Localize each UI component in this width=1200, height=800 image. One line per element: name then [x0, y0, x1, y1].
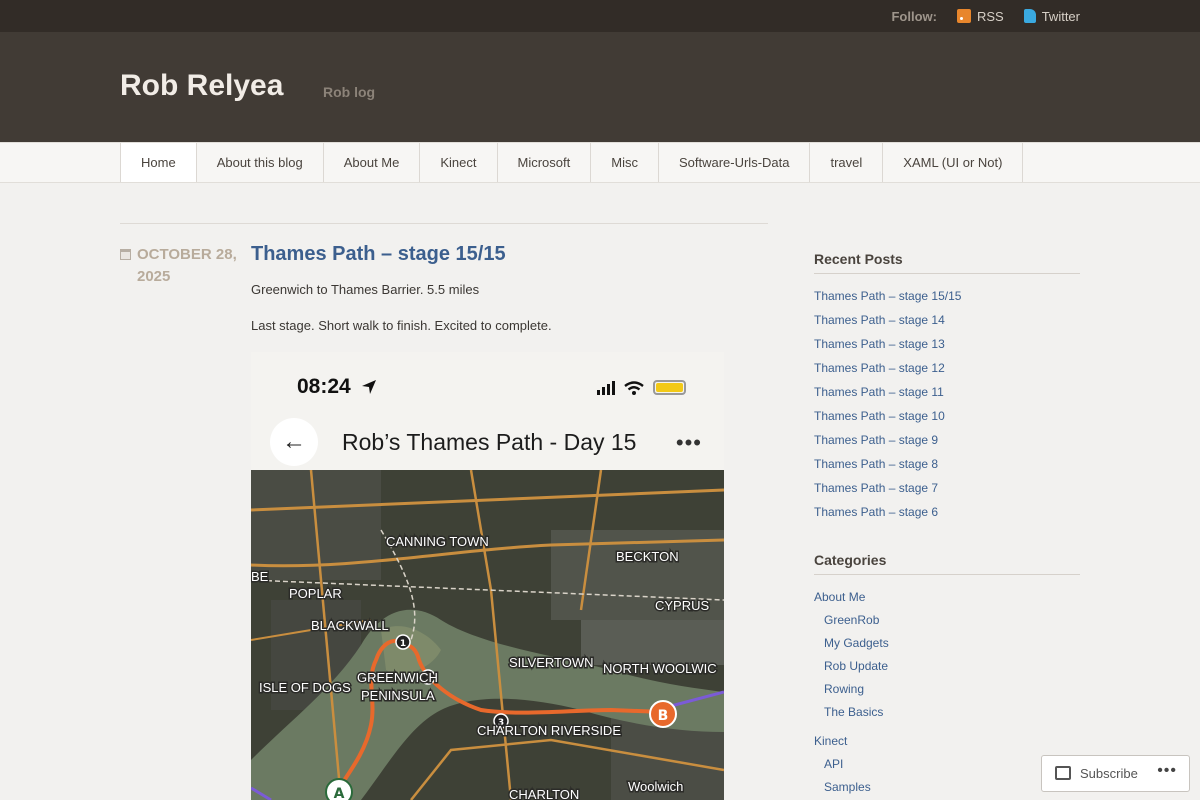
more-options-button[interactable]: •••: [1157, 762, 1177, 780]
recent-post-link[interactable]: Thames Path – stage 8: [814, 457, 938, 471]
recent-post-link[interactable]: Thames Path – stage 14: [814, 313, 945, 327]
recent-post-link[interactable]: Thames Path – stage 12: [814, 361, 945, 375]
category-link[interactable]: My Gadgets: [824, 636, 889, 650]
map-label: GREENWICH: [357, 670, 438, 685]
map-label: BE: [251, 569, 269, 584]
post-date-line1: OCTOBER 28,: [137, 246, 237, 263]
category-link[interactable]: Kinect: [814, 734, 847, 748]
map-label: BECKTON: [616, 549, 679, 564]
post-paragraph: Last stage. Short walk to finish. Excite…: [251, 318, 552, 333]
nav-item-about-this-blog[interactable]: About this blog: [197, 143, 324, 182]
widget-divider: [814, 273, 1080, 274]
back-arrow-icon: ←: [270, 418, 318, 466]
subscribe-button[interactable]: Subscribe: [1080, 766, 1138, 781]
map-label: POPLAR: [289, 586, 342, 601]
top-bar: Follow: RSS Twitter: [0, 0, 1200, 32]
recent-post-link[interactable]: Thames Path – stage 11: [814, 385, 944, 399]
recent-post-link[interactable]: Thames Path – stage 9: [814, 433, 938, 447]
map-label: PENINSULA: [361, 688, 435, 703]
category-link[interactable]: The Basics: [824, 705, 883, 719]
post-date-line2: 2025: [137, 268, 171, 285]
route-map: 1 2 3 B A CANNING TOWN BECKTON POPLAR CY…: [251, 470, 724, 800]
recent-post-link[interactable]: Thames Path – stage 7: [814, 481, 938, 495]
map-label: CYPRUS: [655, 598, 710, 613]
nav-item-software-urls-data[interactable]: Software-Urls-Data: [659, 143, 811, 182]
map-label: CHARLTON: [509, 787, 579, 800]
wifi-icon: [624, 381, 644, 395]
site-tagline: Rob log: [323, 84, 376, 100]
post-image[interactable]: 08:24 ← Rob’s Thames Path - Day 15 ••• 1…: [251, 352, 724, 800]
location-arrow-icon: [362, 380, 376, 394]
twitter-icon: [1023, 9, 1036, 23]
battery-icon: [653, 380, 686, 395]
rss-icon: [956, 9, 971, 23]
main-nav: Home About this blog About Me Kinect Mic…: [0, 142, 1200, 183]
category-link[interactable]: API: [824, 757, 843, 771]
route-end-marker: B: [658, 708, 669, 724]
nav-item-xaml[interactable]: XAML (UI or Not): [883, 143, 1024, 182]
category-link[interactable]: Rowing: [824, 682, 864, 696]
recent-post-link[interactable]: Thames Path – stage 13: [814, 337, 945, 351]
app-title: Rob’s Thames Path - Day 15: [342, 429, 637, 455]
rss-label: RSS: [976, 8, 1004, 24]
content-divider: [120, 223, 768, 224]
map-label: NORTH WOOLWIC: [603, 661, 717, 676]
category-link[interactable]: Samples: [824, 780, 871, 794]
site-header: Rob Relyea Rob log: [0, 32, 1200, 142]
map-label: CANNING TOWN: [386, 534, 489, 549]
map-label: SILVERTOWN: [509, 655, 594, 670]
site-title[interactable]: Rob Relyea: [120, 69, 283, 103]
twitter-link[interactable]: Twitter: [1023, 8, 1080, 24]
calendar-icon: [120, 249, 131, 260]
more-options-icon: •••: [675, 430, 702, 455]
nav-item-microsoft[interactable]: Microsoft: [498, 143, 592, 182]
post-paragraph: Greenwich to Thames Barrier. 5.5 miles: [251, 282, 480, 297]
follow-label: Follow:: [891, 8, 937, 24]
map-label: BLACKWALL: [311, 618, 389, 633]
nav-item-travel[interactable]: travel: [810, 143, 884, 182]
subscribe-icon: [1055, 766, 1071, 780]
nav-menu: Home About this blog About Me Kinect Mic…: [120, 143, 1024, 182]
map-label: Woolwich: [628, 779, 683, 794]
waypoint-1: 1: [400, 639, 406, 649]
twitter-label: Twitter: [1041, 8, 1080, 24]
nav-item-misc[interactable]: Misc: [591, 143, 659, 182]
map-label: ISLE OF DOGS: [259, 680, 351, 695]
rss-link[interactable]: RSS: [956, 8, 1004, 24]
category-link[interactable]: About Me: [814, 590, 865, 604]
nav-item-kinect[interactable]: Kinect: [420, 143, 498, 182]
categories-title: Categories: [814, 552, 887, 568]
phone-time: 08:24: [297, 375, 351, 398]
phone-status-icons: [597, 380, 686, 395]
recent-post-link[interactable]: Thames Path – stage 15/15: [814, 289, 961, 303]
post-title[interactable]: Thames Path – stage 15/15: [251, 243, 506, 266]
post-date[interactable]: OCTOBER 28, 2025: [120, 244, 245, 288]
widget-divider: [814, 574, 1080, 575]
nav-item-about-me[interactable]: About Me: [324, 143, 421, 182]
category-link[interactable]: GreenRob: [824, 613, 879, 627]
recent-posts-title: Recent Posts: [814, 251, 903, 267]
app-bar: ← Rob’s Thames Path - Day 15 •••: [251, 412, 724, 470]
nav-item-home[interactable]: Home: [121, 143, 197, 182]
recent-post-link[interactable]: Thames Path – stage 6: [814, 505, 938, 519]
recent-post-link[interactable]: Thames Path – stage 10: [814, 409, 945, 423]
route-start-marker: A: [334, 786, 345, 800]
signal-icon: [597, 381, 615, 395]
follow-links: Follow: RSS Twitter: [891, 0, 1080, 32]
subscribe-bar: Subscribe •••: [1041, 755, 1190, 792]
phone-status-bar: 08:24: [251, 352, 724, 412]
category-link[interactable]: Rob Update: [824, 659, 888, 673]
map-label: CHARLTON RIVERSIDE: [477, 723, 621, 738]
